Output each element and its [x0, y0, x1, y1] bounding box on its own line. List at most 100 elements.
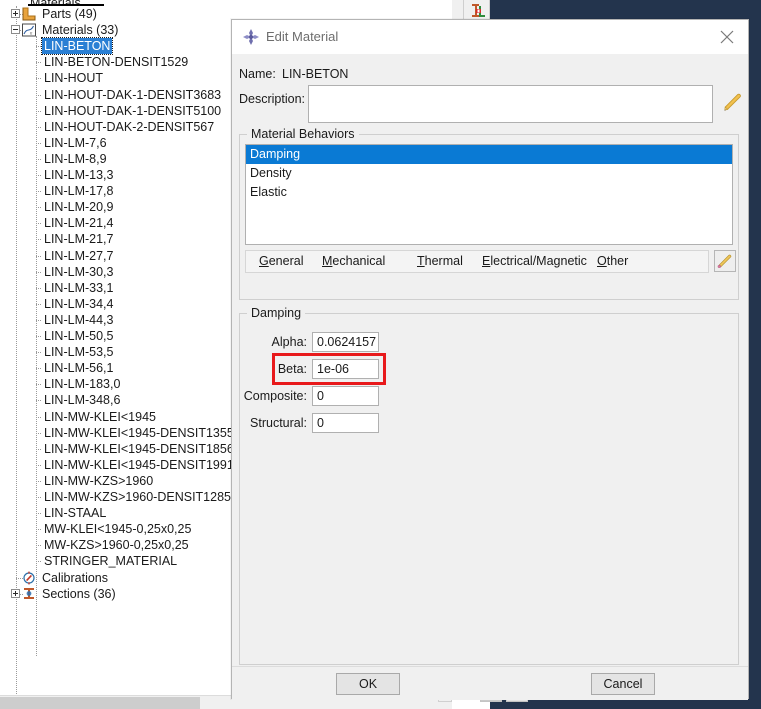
- menu-electrical-magnetic[interactable]: Electrical/Magnetic: [482, 254, 587, 268]
- tree-item-lin-lm-21-7[interactable]: LIN-LM-21,7: [42, 231, 115, 247]
- tree-item-label: LIN-LM-27,7: [44, 248, 114, 263]
- name-value: LIN-BETON: [282, 67, 349, 81]
- tree-horizontal-scroll-thumb[interactable]: [0, 697, 200, 709]
- behavior-list-item[interactable]: Damping: [246, 145, 732, 164]
- tree-item-stringer-material[interactable]: STRINGER_MATERIAL: [42, 553, 179, 569]
- behavior-list-item[interactable]: Elastic: [246, 183, 732, 202]
- tree-item-lin-lm-33-1[interactable]: LIN-LM-33,1: [42, 280, 115, 296]
- cancel-button[interactable]: Cancel: [591, 673, 655, 695]
- ok-button[interactable]: OK: [336, 673, 400, 695]
- section-assignment-icon[interactable]: [470, 3, 487, 20]
- tree-item-lin-lm-20-9[interactable]: LIN-LM-20,9: [42, 199, 115, 215]
- composite-input[interactable]: 0: [312, 386, 379, 406]
- tree-item-lin-lm-27-7[interactable]: LIN-LM-27,7: [42, 248, 115, 264]
- dialog-body: Name: LIN-BETON Description: Material Be…: [232, 54, 748, 666]
- svg-text:ε: ε: [30, 32, 32, 37]
- material-behaviors-list[interactable]: Damping Density Elastic: [245, 144, 733, 245]
- structural-input[interactable]: 0: [312, 413, 379, 433]
- tree-item-lin-staal[interactable]: LIN-STAAL: [42, 505, 108, 521]
- tree-item-lin-beton-densit1529[interactable]: LIN-BETON-DENSIT1529: [42, 54, 190, 70]
- tree-item-label: LIN-LM-56,1: [44, 361, 114, 376]
- tree-item-lin-lm-56-1[interactable]: LIN-LM-56,1: [42, 360, 115, 376]
- tree-item-parts-49[interactable]: Parts (49): [40, 6, 99, 22]
- tree-item-sections-36[interactable]: Sections (36): [40, 586, 118, 602]
- tree-item-label: STRINGER_MATERIAL: [44, 554, 178, 569]
- tree-item-lin-mw-klei-1945[interactable]: LIN-MW-KLEI<1945: [42, 409, 158, 425]
- tree-branch-tick: [36, 384, 41, 386]
- tree-item-lin-mw-klei-1945-densit1856[interactable]: LIN-MW-KLEI<1945-DENSIT1856: [42, 441, 236, 457]
- tree-branch-tick: [36, 368, 41, 370]
- tree-item-lin-mw-klei-1945-densit1991[interactable]: LIN-MW-KLEI<1945-DENSIT1991: [42, 457, 236, 473]
- tree-branch-tick: [36, 94, 41, 96]
- tree-item-mw-klei-1945-0-25x0-25[interactable]: MW-KLEI<1945-0,25x0,25: [42, 521, 193, 537]
- tree-item-lin-beton[interactable]: LIN-BETON: [40, 37, 114, 56]
- structural-label: Structural:: [250, 416, 307, 430]
- tree-item-lin-hout[interactable]: LIN-HOUT: [42, 70, 105, 86]
- tree-branch-tick: [36, 142, 41, 144]
- abaqus-diamond-icon: [242, 28, 260, 46]
- pencil-eraser-icon[interactable]: [714, 250, 736, 272]
- tree-expander[interactable]: [11, 9, 20, 18]
- tree-item-mw-kzs-1960-0-25x0-25[interactable]: MW-KZS>1960-0,25x0,25: [42, 537, 191, 553]
- tree-item-lin-lm-34-4[interactable]: LIN-LM-34,4: [42, 296, 115, 312]
- tree-item-label: LIN-LM-34,4: [44, 296, 114, 311]
- tree-item-lin-mw-klei-1945-densit1355[interactable]: LIN-MW-KLEI<1945-DENSIT1355: [42, 425, 236, 441]
- tree-expander[interactable]: [11, 25, 20, 35]
- menu-mechanical[interactable]: Mechanical: [322, 254, 385, 268]
- tree-branch-tick: [36, 400, 41, 402]
- tree-branch-tick: [36, 46, 41, 48]
- tree-branch-tick: [36, 62, 41, 64]
- tree-item-lin-lm-7-6[interactable]: LIN-LM-7,6: [42, 135, 109, 151]
- tree-item-label: MW-KLEI<1945-0,25x0,25: [44, 522, 192, 537]
- tree-item-label: Calibrations: [42, 570, 109, 585]
- menu-other[interactable]: Other: [597, 254, 628, 268]
- tree-item-lin-mw-kzs-1960-densit1285[interactable]: LIN-MW-KZS>1960-DENSIT1285: [42, 489, 233, 505]
- tree-item-label: LIN-LM-8,9: [44, 151, 107, 166]
- tree-item-materials-33[interactable]: Materials (33): [40, 22, 120, 38]
- tree-item-lin-lm-348-6[interactable]: LIN-LM-348,6: [42, 392, 122, 408]
- tree-item-label: LIN-HOUT: [44, 71, 104, 86]
- tree-item-lin-hout-dak-1-densit5100[interactable]: LIN-HOUT-DAK-1-DENSIT5100: [42, 103, 223, 119]
- tree-item-lin-lm-30-3[interactable]: LIN-LM-30,3: [42, 264, 115, 280]
- description-input[interactable]: [308, 85, 713, 123]
- tree-item-label: Sections (36): [42, 586, 116, 601]
- tree-item-lin-lm-50-5[interactable]: LIN-LM-50,5: [42, 328, 115, 344]
- material-behaviors-group-title: Material Behaviors: [247, 127, 359, 141]
- tree-item-label: LIN-BETON-DENSIT1529: [44, 55, 189, 70]
- tree-item-calibrations[interactable]: Calibrations: [40, 570, 110, 586]
- tree-item-lin-lm-21-4[interactable]: LIN-LM-21,4: [42, 215, 115, 231]
- tree-item-lin-lm-44-3[interactable]: LIN-LM-44,3: [42, 312, 115, 328]
- tree-branch-tick: [36, 319, 41, 321]
- tree-expander[interactable]: [11, 588, 20, 598]
- tree-item-lin-lm-17-8[interactable]: LIN-LM-17,8: [42, 183, 115, 199]
- tree-item-lin-lm-8-9[interactable]: LIN-LM-8,9: [42, 151, 109, 167]
- close-icon[interactable]: [712, 24, 742, 50]
- tree-item-label: LIN-LM-13,3: [44, 168, 114, 182]
- tree-item-label: LIN-MW-KLEI<1945: [44, 409, 156, 424]
- tree-item-lin-hout-dak-1-densit3683[interactable]: LIN-HOUT-DAK-1-DENSIT3683: [42, 87, 223, 103]
- tree-branch-tick: [36, 432, 41, 434]
- tree-item-label: LIN-MW-KLEI<1945-DENSIT1355: [44, 425, 234, 440]
- menu-thermal[interactable]: Thermal: [417, 254, 463, 268]
- tree-item-label: LIN-LM-17,8: [44, 184, 114, 199]
- beta-label: Beta:: [277, 362, 307, 376]
- dialog-title-bar[interactable]: Edit Material: [232, 20, 748, 54]
- tree-item-lin-lm-13-3[interactable]: LIN-LM-13,3: [42, 167, 115, 183]
- alpha-input[interactable]: 0.0624157: [312, 332, 379, 352]
- edit-material-dialog[interactable]: Edit Material Name: LIN-BETON Descriptio…: [231, 19, 749, 700]
- tree-item-lin-hout-dak-2-densit567[interactable]: LIN-HOUT-DAK-2-DENSIT567: [42, 119, 216, 135]
- tree-item-lin-lm-183-0[interactable]: LIN-LM-183,0: [42, 376, 122, 392]
- dialog-footer: OK Cancel: [232, 666, 748, 700]
- tree-item-lin-mw-kzs-1960[interactable]: LIN-MW-KZS>1960: [42, 473, 155, 489]
- dialog-title: Edit Material: [266, 29, 339, 44]
- behavior-category-menubar[interactable]: General Mechanical Thermal Electrical/Magne…: [245, 250, 709, 273]
- behavior-list-item[interactable]: Density: [246, 164, 732, 183]
- tree-item-lin-lm-53-5[interactable]: LIN-LM-53,5: [42, 344, 115, 360]
- menu-general[interactable]: General: [259, 254, 303, 268]
- alpha-label: Alpha:: [271, 335, 307, 349]
- tree-branch-tick: [36, 207, 41, 209]
- beta-input[interactable]: 1e-06: [312, 359, 379, 379]
- tree-item-label: LIN-MW-KLEI<1945-DENSIT1991: [44, 457, 234, 472]
- tree-branch-tick: [36, 271, 41, 273]
- description-edit-pencil-icon[interactable]: [719, 90, 745, 116]
